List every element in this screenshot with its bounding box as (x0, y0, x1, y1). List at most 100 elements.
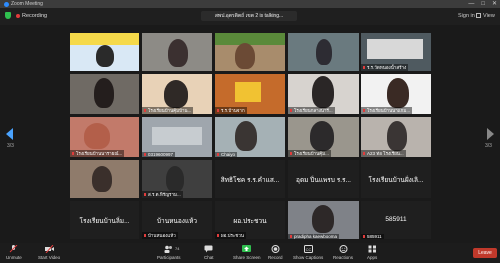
zoom-logo-icon (4, 1, 9, 7)
reactions-button[interactable]: Reactions (333, 245, 353, 260)
recording-dot-icon (16, 14, 20, 18)
minimize-button[interactable]: — (468, 0, 474, 8)
participant-name: ผอ.ประชวน (215, 232, 246, 239)
microphone-muted-icon (290, 109, 292, 113)
view-button[interactable]: View (483, 13, 495, 19)
video-tile[interactable]: โรงเรียนบ้านนารายณ์... (70, 117, 139, 157)
microphone-muted-icon (290, 235, 292, 239)
video-tile[interactable] (142, 33, 212, 71)
next-page-arrow-icon[interactable] (487, 128, 494, 140)
recording-label[interactable]: Recording (22, 13, 47, 19)
app-title: Zoom Meeting (4, 1, 43, 7)
video-tile[interactable]: โรงเรียนบ้านนาแกม... (361, 74, 431, 114)
participant-name: Chaiyo (215, 152, 238, 157)
participant-name: A23 ท่อ โรงเรียน... (361, 150, 406, 157)
window-title: Zoom Meeting (11, 1, 43, 7)
microphone-muted-icon (217, 109, 219, 113)
apps-label: Apps (367, 255, 378, 260)
participant-name: โรงเรียนกลางนารี... (288, 107, 335, 114)
video-tile[interactable]: โรงเรียนบ้านลิ่ม... (70, 201, 139, 239)
share-screen-label: Share Screen (233, 255, 261, 260)
participant-display-name: อุดม ปิ่นแพรบ ร.ร... (296, 177, 351, 185)
participant-name: โรงเรียนบ้านนารายณ์... (70, 150, 125, 157)
previous-page-arrow-icon[interactable] (6, 128, 13, 140)
participant-name: โรงเรียนบ้านคุ้ม... (288, 150, 331, 157)
svg-text:CC: CC (305, 247, 311, 252)
microphone-muted-icon (217, 153, 219, 157)
window-titlebar: Zoom Meeting — □ ✕ (0, 0, 500, 8)
video-tile[interactable]: โรงเรียนบ้านฝั่งเลิ... (361, 160, 431, 198)
video-tile[interactable] (288, 33, 359, 71)
smiley-icon (339, 245, 347, 253)
video-tile[interactable]: ร.ร.วัดหนองน้ำสร้าง (361, 33, 431, 71)
participant-display-name: โรงเรียนบ้านลิ่ม... (79, 218, 130, 226)
sign-in-link[interactable]: Sign in (458, 13, 475, 19)
record-label: Record (268, 255, 283, 260)
participant-name: 585911 (361, 234, 384, 239)
chat-label: Chat (204, 255, 214, 260)
share-screen-icon (242, 245, 252, 252)
security-shield-icon[interactable] (5, 12, 11, 19)
participant-name: ส.ร.ต.หิรัญราม... (142, 191, 183, 198)
video-camera-off-icon (44, 245, 54, 253)
participant-count-badge: 74 (175, 246, 180, 251)
microphone-muted-icon (144, 234, 146, 238)
chat-icon (204, 245, 213, 253)
meeting-toolbar: Unmute Start Video Participants 74 Chat … (0, 243, 500, 263)
video-tile[interactable] (70, 160, 139, 198)
active-speaker-banner: สพป.อุตรดิตถ์ เขต 2 is talking... (201, 11, 297, 21)
video-tile[interactable]: 0319600997 (142, 117, 212, 157)
participant-name: บ้านหนองแห้ว (142, 232, 178, 239)
video-tile[interactable]: ผอ.ประชวน ผอ.ประชวน (215, 201, 285, 239)
chat-button[interactable]: Chat (204, 245, 214, 260)
video-tile[interactable]: pradipha kaewbooma (288, 201, 359, 239)
meeting-topbar: Recording สพป.อุตรดิตถ์ เขต 2 is talking… (0, 8, 500, 25)
participant-name: โรงเรียนบ้านนาแกม... (361, 107, 413, 114)
gallery-view-icon[interactable] (476, 13, 481, 18)
participants-label: Participants (157, 255, 181, 260)
video-tile[interactable]: โรงเรียนบ้านคุ้ม... (288, 117, 359, 157)
video-tile[interactable]: บ้านหนองแห้ว บ้านหนองแห้ว (142, 201, 212, 239)
microphone-muted-icon (290, 152, 292, 156)
record-button[interactable]: Record (268, 245, 283, 260)
window-controls: — □ ✕ (468, 0, 497, 8)
video-tile[interactable]: โรงเรียนกลางนารี... (288, 74, 359, 114)
video-tile[interactable]: 585911 585911 (361, 201, 431, 239)
microphone-muted-icon (363, 152, 365, 156)
close-button[interactable]: ✕ (492, 0, 497, 8)
video-tile[interactable]: ส.ร.ต.หิรัญราม... (142, 160, 212, 198)
video-tile[interactable]: สิทธิโชค ร.ร.คำแส... (215, 160, 285, 198)
microphone-muted-icon (363, 109, 365, 113)
share-screen-button[interactable]: Share Screen (233, 245, 261, 260)
microphone-muted-icon (144, 153, 146, 157)
video-tile[interactable]: A23 ท่อ โรงเรียน... (361, 117, 431, 157)
participant-display-name: โรงเรียนบ้านฝั่งเลิ... (368, 177, 424, 185)
microphone-muted-icon (72, 152, 74, 156)
start-video-button[interactable]: Start Video (38, 245, 60, 260)
participant-display-name: ผอ.ประชวน (233, 218, 267, 226)
video-tile[interactable] (70, 33, 139, 71)
show-captions-label: Show Captions (293, 255, 324, 260)
page-indicator-left: 3/3 (7, 143, 14, 149)
unmute-button[interactable]: Unmute (6, 245, 22, 260)
video-tile[interactable]: โรงเรียนบ้านคุ้มบ้าน... (142, 74, 212, 114)
video-gallery: ร.ร.วัดหนองน้ำสร้าง โรงเรียนบ้านคุ้มบ้าน… (62, 29, 432, 243)
video-tile[interactable]: Chaiyo (215, 117, 285, 157)
show-captions-button[interactable]: CC Show Captions (293, 245, 323, 260)
video-tile[interactable] (70, 74, 139, 114)
video-tile[interactable]: อุดม ปิ่นแพรบ ร.ร... (288, 160, 359, 198)
participant-display-name: สิทธิโชค ร.ร.คำแส... (220, 177, 280, 185)
maximize-button[interactable]: □ (481, 0, 485, 8)
participant-name: 0319600997 (142, 152, 176, 157)
microphone-muted-icon (217, 234, 219, 238)
apps-button[interactable]: Apps (367, 245, 377, 260)
microphone-muted-icon (363, 66, 365, 70)
video-tile[interactable]: ร.ร.บ้านจาก (215, 74, 285, 114)
participant-name: ร.ร.วัดหนองน้ำสร้าง (361, 64, 409, 71)
start-video-label: Start Video (38, 255, 61, 260)
participant-name: pradipha kaewbooma (288, 234, 340, 239)
microphone-muted-icon (363, 235, 365, 239)
unmute-label: Unmute (6, 255, 22, 260)
leave-button[interactable]: Leave (473, 248, 497, 258)
video-tile[interactable] (215, 33, 285, 71)
